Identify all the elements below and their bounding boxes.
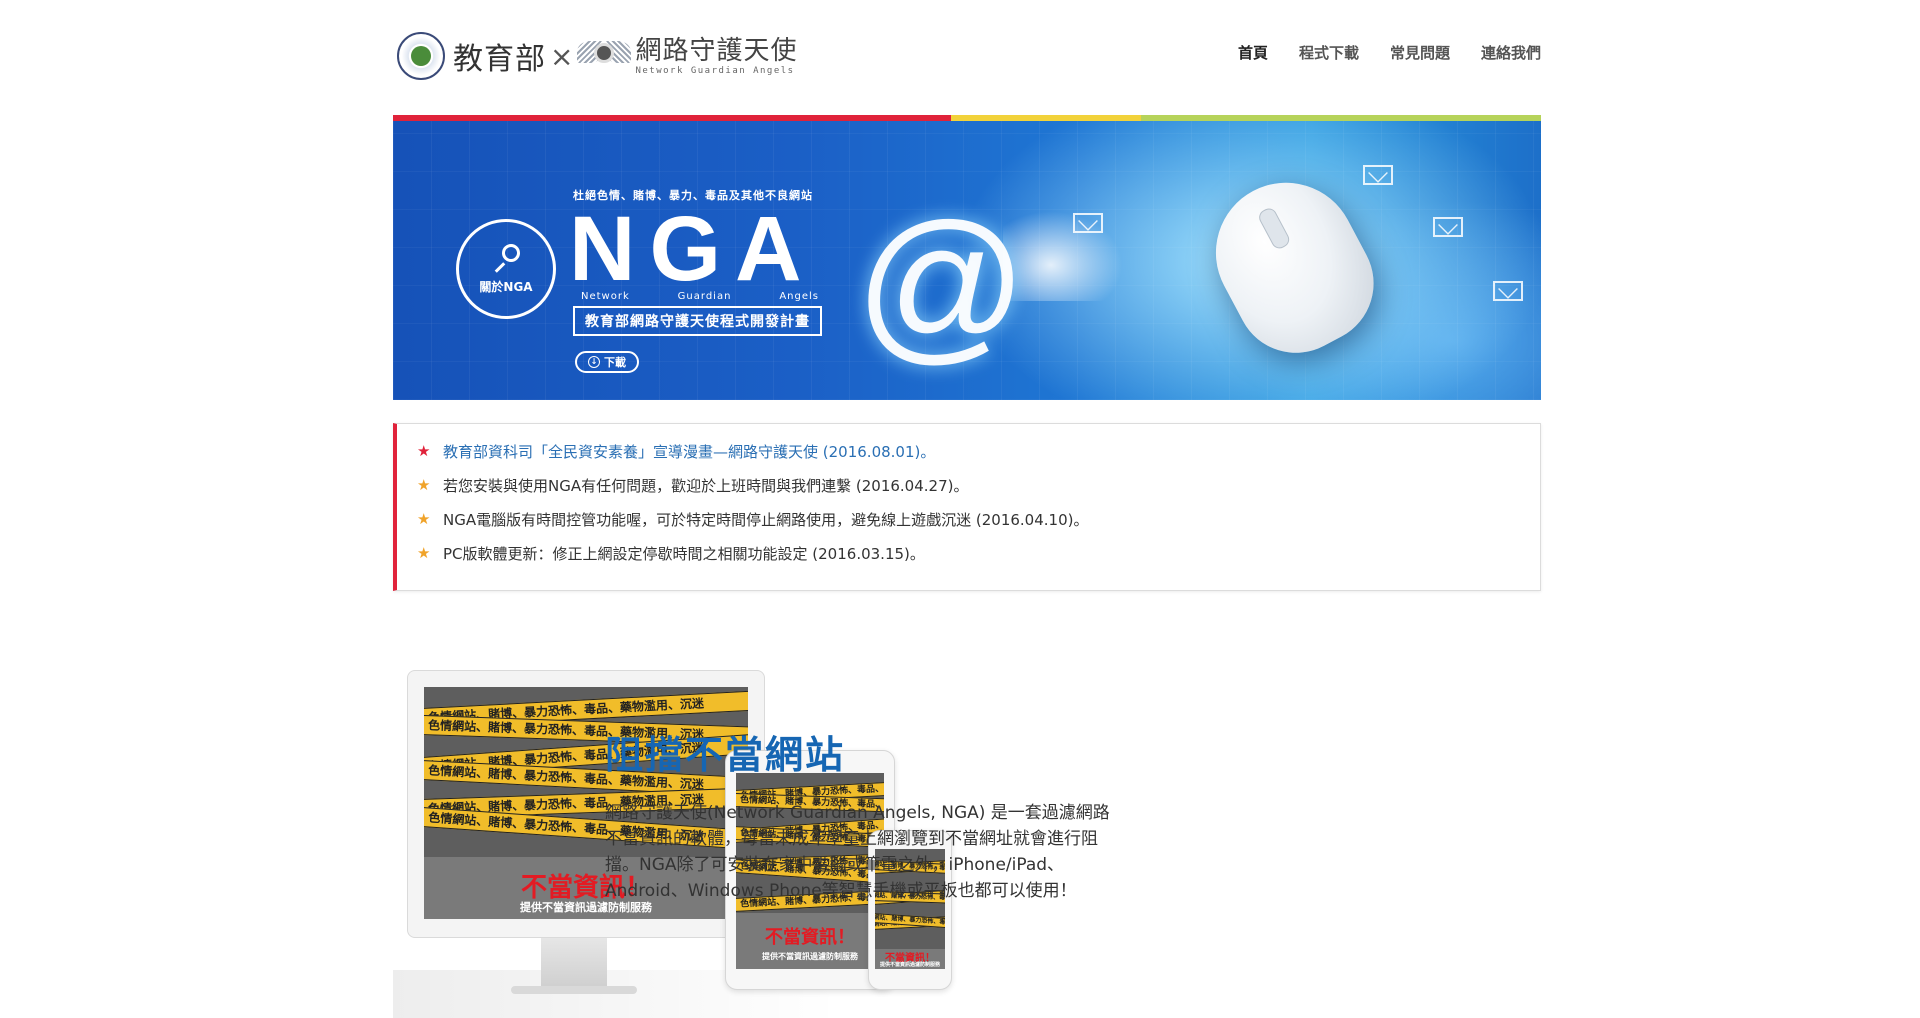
feature-title: 阻擋不當網站 <box>605 733 846 777</box>
warning-subtitle: 提供不當資訊過濾防制服務 <box>879 962 940 968</box>
news-text[interactable]: 教育部資科司「全民資安素養」宣導漫畫—網路守護天使 (2016.08.01)。 <box>443 441 935 462</box>
download-arrow-icon: ↓ <box>588 356 600 368</box>
star-icon: ★ <box>417 510 431 528</box>
nav-download[interactable]: 程式下載 <box>1299 42 1359 63</box>
site-logo[interactable]: 教育部 × 網路守護天使 Network Guardian Angels <box>397 28 797 84</box>
star-icon: ★ <box>417 442 431 460</box>
envelope-icon <box>1363 165 1393 185</box>
at-symbol: @ <box>855 189 1028 379</box>
about-nga-button[interactable]: 關於NGA <box>456 219 556 319</box>
news-item: ★ 若您安裝與使用NGA有任何問題，歡迎於上班時間與我們連繫 (2016.04.… <box>417 468 1540 502</box>
site-header: 教育部 × 網路守護天使 Network Guardian Angels 首頁 … <box>393 28 1541 84</box>
angel-wings-icon <box>577 33 632 79</box>
nav-faq[interactable]: 常見問題 <box>1390 42 1450 63</box>
plan-label: 教育部網路守護天使程式開發計畫 <box>573 306 822 336</box>
news-panel: ★ 教育部資科司「全民資安素養」宣導漫畫—網路守護天使 (2016.08.01)… <box>393 423 1541 591</box>
about-nga-label: 關於NGA <box>479 279 533 294</box>
hero-banner: @ 關於NGA 杜絕色情、賭博、暴力、毒品及其他不良網站 NGA Network… <box>393 121 1541 400</box>
warning-subtitle: 提供不當資訊過濾防制服務 <box>762 952 858 961</box>
nav-home[interactable]: 首頁 <box>1238 42 1268 63</box>
download-button[interactable]: ↓ 下載 <box>575 351 639 373</box>
nav-contact[interactable]: 連絡我們 <box>1481 42 1541 63</box>
feature-body: 網路守護天使(Network Guardian Angels, NGA) 是一套… <box>605 803 1110 901</box>
nga-sub-guardian: Guardian <box>677 291 732 302</box>
logo-nga-cn-text: 網路守護天使 <box>635 36 798 66</box>
envelope-icon <box>1073 213 1103 233</box>
main-nav: 首頁 程式下載 常見問題 連絡我們 <box>1238 42 1541 63</box>
news-item[interactable]: ★ 教育部資科司「全民資安素養」宣導漫畫—網路守護天使 (2016.08.01)… <box>417 434 1540 468</box>
magnifier-icon <box>492 243 520 273</box>
warning-title: 不當資訊！ <box>765 927 855 948</box>
warning-tape: 色情網站、賭博、暴力恐怖、毒品、藥物濫用、沉迷 <box>875 911 945 949</box>
logo-moe-text: 教育部 <box>453 42 546 77</box>
logo-times-text: × <box>550 39 574 73</box>
news-item: ★ NGA電腦版有時間控管功能喔，可於特定時間停止網路使用，避免線上遊戲沉迷 (… <box>417 502 1540 536</box>
nga-title: NGA <box>569 198 816 300</box>
star-icon: ★ <box>417 476 431 494</box>
download-label: 下載 <box>604 356 626 369</box>
star-icon: ★ <box>417 544 431 562</box>
news-item: ★ PC版軟體更新：修正上網設定停歇時間之相關功能設定 (2016.03.15)… <box>417 536 1540 570</box>
news-text: 若您安裝與使用NGA有任何問題，歡迎於上班時間與我們連繫 (2016.04.27… <box>443 476 969 495</box>
news-text: PC版軟體更新：修正上網設定停歇時間之相關功能設定 (2016.03.15)。 <box>443 544 925 563</box>
envelope-icon <box>1493 281 1523 301</box>
moe-seal-icon <box>397 32 445 80</box>
envelope-icon <box>1433 217 1463 237</box>
nga-subtitle: Network Guardian Angels <box>581 291 819 302</box>
nga-sub-angels: Angels <box>779 291 819 302</box>
news-text: NGA電腦版有時間控管功能喔，可於特定時間停止網路使用，避免線上遊戲沉迷 (20… <box>443 510 1089 529</box>
nga-sub-network: Network <box>581 291 630 302</box>
logo-nga-en-text: Network Guardian Angels <box>635 66 795 76</box>
